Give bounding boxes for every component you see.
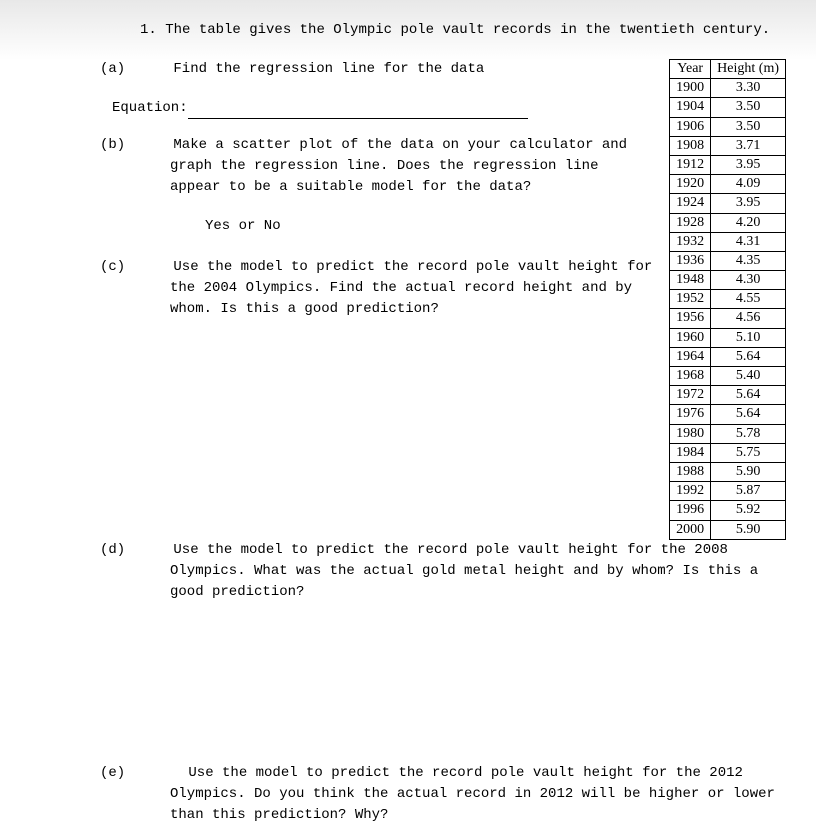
table-cell-height: 3.50	[711, 98, 786, 117]
table-cell-year: 1952	[670, 290, 711, 309]
table-cell-year: 2000	[670, 520, 711, 539]
part-e-text: Use the model to predict the record pole…	[170, 765, 775, 823]
table-row: 19083.71	[670, 136, 786, 155]
table-row: 19484.30	[670, 271, 786, 290]
table-cell-year: 1984	[670, 443, 711, 462]
table-cell-year: 1912	[670, 155, 711, 174]
part-d-text: Use the model to predict the record pole…	[170, 542, 758, 600]
table-row: 19965.92	[670, 501, 786, 520]
table-row: 19364.35	[670, 251, 786, 270]
table-header-row: Year Height (m)	[670, 60, 786, 79]
table-row: 19243.95	[670, 194, 786, 213]
table-cell-year: 1980	[670, 424, 711, 443]
table-row: 19885.90	[670, 462, 786, 481]
question-number: 1.	[140, 22, 157, 38]
part-a-text: Find the regression line for the data	[173, 61, 484, 77]
table-header-height: Height (m)	[711, 60, 786, 79]
table-row: 19063.50	[670, 117, 786, 136]
table-row: 19564.56	[670, 309, 786, 328]
table-row: 19003.30	[670, 79, 786, 98]
table-header-year: Year	[670, 60, 711, 79]
table-cell-year: 1908	[670, 136, 711, 155]
table-row: 19123.95	[670, 155, 786, 174]
part-b-label: (b)	[135, 135, 165, 156]
table-row: 19324.31	[670, 232, 786, 251]
table-cell-height: 4.20	[711, 213, 786, 232]
table-row: 19043.50	[670, 98, 786, 117]
table-cell-year: 1928	[670, 213, 711, 232]
table-cell-height: 4.56	[711, 309, 786, 328]
table-cell-height: 4.09	[711, 175, 786, 194]
table-cell-year: 1996	[670, 501, 711, 520]
part-e: (e) Use the model to predict the record …	[135, 763, 786, 826]
table-row: 19925.87	[670, 482, 786, 501]
table-cell-year: 1976	[670, 405, 711, 424]
table-cell-year: 1932	[670, 232, 711, 251]
part-a-label: (a)	[135, 59, 165, 80]
table-cell-height: 3.95	[711, 194, 786, 213]
pole-vault-data-table: Year Height (m) 19003.3019043.5019063.50…	[669, 59, 786, 540]
table-row: 19645.64	[670, 347, 786, 366]
table-cell-year: 1920	[670, 175, 711, 194]
table-cell-height: 5.10	[711, 328, 786, 347]
question-intro: The table gives the Olympic pole vault r…	[165, 22, 770, 38]
table-cell-height: 4.55	[711, 290, 786, 309]
part-b: (b) Make a scatter plot of the data on y…	[170, 135, 654, 198]
table-cell-year: 1988	[670, 462, 711, 481]
table-cell-height: 5.92	[711, 501, 786, 520]
table-cell-year: 1972	[670, 386, 711, 405]
table-cell-year: 1960	[670, 328, 711, 347]
equation-row: Equation:	[112, 98, 654, 119]
part-c-text: Use the model to predict the record pole…	[170, 259, 652, 317]
part-e-label: (e)	[135, 763, 180, 784]
table-row: 19725.64	[670, 386, 786, 405]
table-cell-year: 1948	[670, 271, 711, 290]
table-row: 19765.64	[670, 405, 786, 424]
part-c-label: (c)	[135, 257, 165, 278]
table-cell-year: 1936	[670, 251, 711, 270]
table-cell-height: 5.64	[711, 347, 786, 366]
table-cell-year: 1924	[670, 194, 711, 213]
table-cell-height: 4.30	[711, 271, 786, 290]
question-header: 1. The table gives the Olympic pole vaul…	[140, 20, 786, 41]
table-cell-year: 1904	[670, 98, 711, 117]
table-cell-year: 1956	[670, 309, 711, 328]
equation-label: Equation:	[112, 100, 188, 116]
part-b-text: Make a scatter plot of the data on your …	[170, 137, 627, 195]
table-cell-height: 4.35	[711, 251, 786, 270]
table-cell-year: 1992	[670, 482, 711, 501]
part-a: (a) Find the regression line for the dat…	[170, 59, 654, 80]
table-cell-height: 3.71	[711, 136, 786, 155]
table-cell-height: 5.40	[711, 367, 786, 386]
table-row: 19524.55	[670, 290, 786, 309]
table-cell-year: 1964	[670, 347, 711, 366]
table-row: 19204.09	[670, 175, 786, 194]
table-cell-year: 1968	[670, 367, 711, 386]
yes-or-no: Yes or No	[205, 216, 654, 237]
table-cell-height: 5.64	[711, 386, 786, 405]
table-row: 19845.75	[670, 443, 786, 462]
table-cell-height: 5.75	[711, 443, 786, 462]
table-cell-height: 3.50	[711, 117, 786, 136]
table-cell-height: 4.31	[711, 232, 786, 251]
part-c: (c) Use the model to predict the record …	[170, 257, 654, 320]
table-cell-height: 3.95	[711, 155, 786, 174]
table-row: 20005.90	[670, 520, 786, 539]
table-cell-height: 5.90	[711, 520, 786, 539]
part-d: (d) Use the model to predict the record …	[135, 540, 786, 603]
table-cell-height: 5.90	[711, 462, 786, 481]
table-cell-height: 5.64	[711, 405, 786, 424]
table-row: 19284.20	[670, 213, 786, 232]
table-cell-height: 5.87	[711, 482, 786, 501]
table-cell-year: 1906	[670, 117, 711, 136]
table-row: 19685.40	[670, 367, 786, 386]
table-row: 19805.78	[670, 424, 786, 443]
equation-blank-line	[188, 118, 528, 119]
part-d-label: (d)	[135, 540, 165, 561]
table-cell-height: 5.78	[711, 424, 786, 443]
table-cell-year: 1900	[670, 79, 711, 98]
table-cell-height: 3.30	[711, 79, 786, 98]
table-row: 19605.10	[670, 328, 786, 347]
